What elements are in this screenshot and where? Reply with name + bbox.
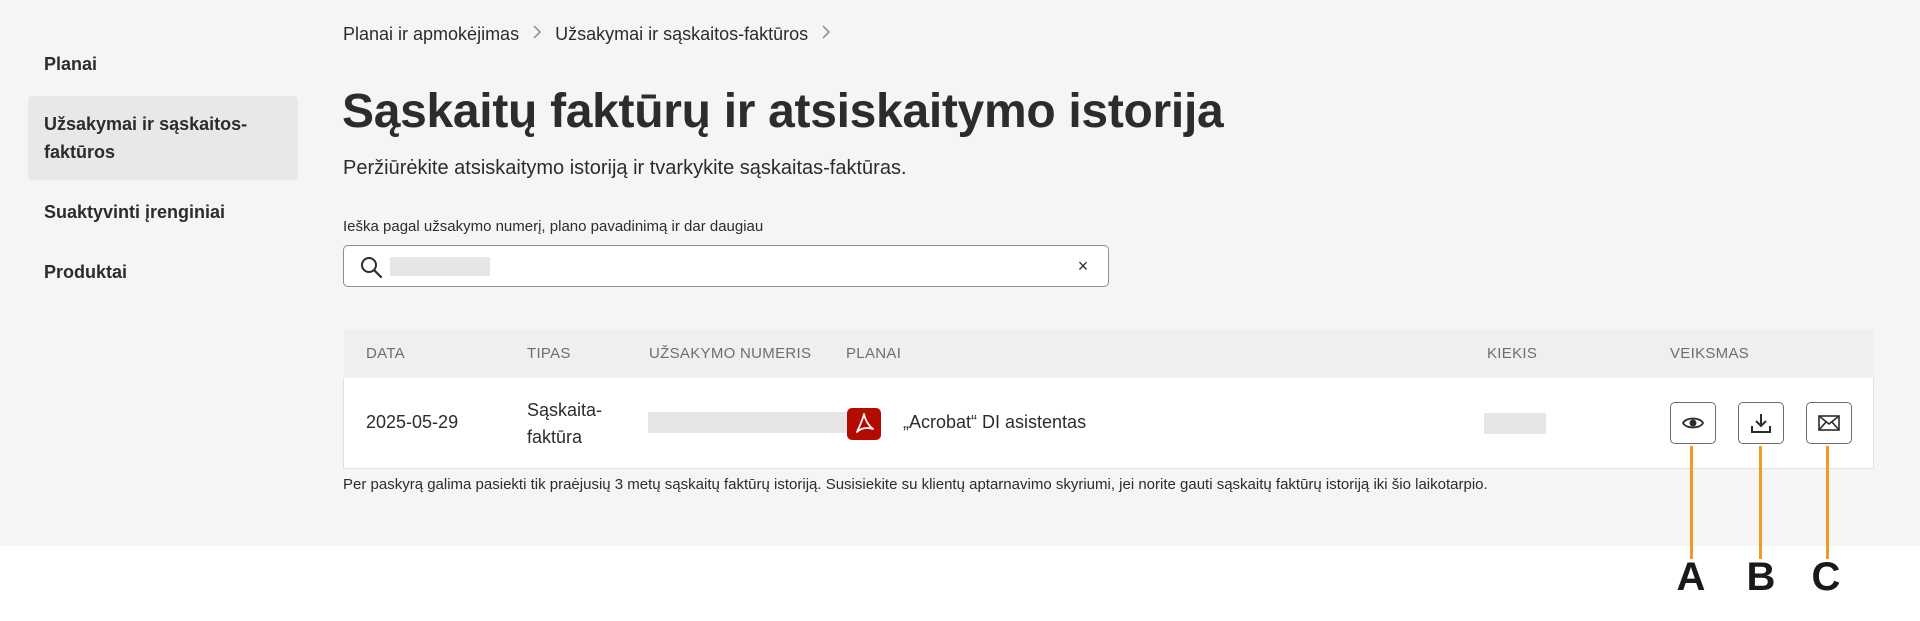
download-icon	[1751, 414, 1771, 433]
sidebar-item-activated-devices[interactable]: Suaktyvinti įrenginiai	[28, 184, 298, 240]
search-icon	[361, 257, 383, 279]
breadcrumb-plans-payments[interactable]: Planai ir apmokėjimas	[343, 24, 519, 45]
search-field[interactable]: ×	[343, 245, 1109, 287]
column-header-quantity: KIEKIS	[1487, 345, 1538, 362]
cell-quantity-redacted	[1484, 413, 1546, 434]
callout-label-b: B	[1746, 555, 1776, 599]
sidebar-nav: Planai Užsakymai ir sąskaitos-faktūros S…	[28, 36, 298, 300]
cell-type-line2: faktūra	[527, 427, 583, 447]
content-panel: Planai Užsakymai ir sąskaitos-faktūros S…	[0, 0, 1920, 546]
cell-date: 2025-05-29	[366, 412, 459, 432]
column-header-order-number: UŽSAKYMO NUMERIS	[649, 345, 812, 362]
cell-plan-name: „Acrobat“ DI asistentas	[903, 412, 1087, 432]
table-header: DATA TIPAS UŽSAKYMO NUMERIS PLANAI KIEKI…	[344, 330, 1873, 378]
history-footnote: Per paskyrą galima pasiekti tik praėjusi…	[343, 476, 1488, 493]
callout-line-b	[1759, 446, 1762, 559]
callout-line-a	[1690, 446, 1693, 559]
download-invoice-button[interactable]	[1738, 402, 1784, 444]
column-header-date: DATA	[366, 345, 405, 362]
sidebar-item-products[interactable]: Produktai	[28, 244, 298, 300]
page-subtitle: Peržiūrėkite atsiskaitymo istoriją ir tv…	[343, 157, 907, 179]
callout-label-a: A	[1676, 555, 1706, 599]
cell-order-number-redacted	[648, 412, 848, 433]
mail-icon	[1818, 415, 1840, 431]
eye-icon	[1681, 417, 1705, 429]
cell-type-line1: Sąskaita-	[527, 400, 603, 420]
page-title: Sąskaitų faktūrų ir atsiskaitymo istorij…	[342, 85, 1224, 138]
chevron-right-icon	[527, 25, 547, 44]
email-invoice-button[interactable]	[1806, 402, 1852, 444]
search-label: Ieška pagal užsakymo numerį, plano pavad…	[343, 218, 764, 235]
callout-line-c	[1826, 446, 1829, 559]
cell-type: Sąskaita- faktūra	[527, 397, 602, 451]
breadcrumb: Planai ir apmokėjimas Užsakymai ir sąska…	[343, 24, 844, 45]
chevron-right-icon	[816, 25, 836, 44]
sidebar-item-orders-invoices[interactable]: Užsakymai ir sąskaitos-faktūros	[28, 96, 298, 180]
breadcrumb-orders-invoices[interactable]: Užsakymai ir sąskaitos-faktūros	[555, 24, 808, 45]
table-row: 2025-05-29 Sąskaita- faktūra „Acrobat“ D…	[343, 378, 1874, 469]
clear-icon[interactable]: ×	[1072, 255, 1094, 277]
callout-label-c: C	[1811, 555, 1841, 599]
column-header-action: VEIKSMAS	[1670, 345, 1750, 362]
sidebar-item-plans[interactable]: Planai	[28, 36, 298, 92]
column-header-plans: PLANAI	[846, 345, 902, 362]
view-invoice-button[interactable]	[1670, 402, 1716, 444]
search-input-value-redacted[interactable]	[390, 257, 490, 276]
column-header-type: TIPAS	[527, 345, 571, 362]
acrobat-pdf-icon	[847, 408, 881, 440]
